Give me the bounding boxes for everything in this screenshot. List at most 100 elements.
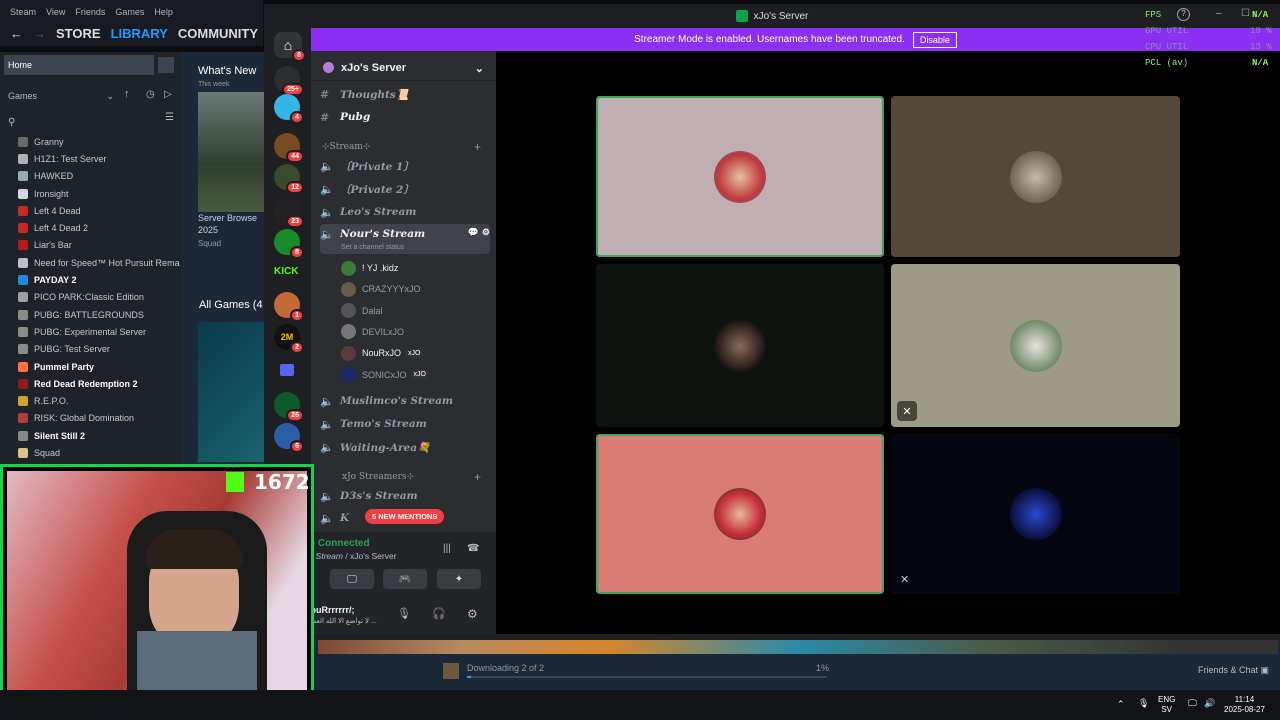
nav-store[interactable]: STORE xyxy=(56,26,101,41)
help-icon[interactable]: ? xyxy=(1177,8,1190,21)
activity-button[interactable]: 🎮 xyxy=(383,569,427,589)
share-screen-button[interactable]: 🖵 xyxy=(330,569,374,589)
voice-channel-private1[interactable]: 🔈 〔Private 1〕 xyxy=(320,155,490,177)
kick-server-icon[interactable]: KICK xyxy=(274,266,298,277)
voice-member[interactable]: SONICxJO xJO xyxy=(341,365,491,385)
user-settings-icon[interactable]: ⚙ xyxy=(467,607,478,621)
add-channel-icon[interactable]: + xyxy=(474,140,481,154)
network-icon[interactable]: 🖵 xyxy=(1188,698,1197,709)
participant-tile[interactable] xyxy=(596,434,884,594)
participant-tile[interactable] xyxy=(596,264,884,427)
folder-icon[interactable] xyxy=(280,364,294,376)
disable-button[interactable]: Disable xyxy=(912,31,957,48)
back-arrow-icon[interactable]: ← xyxy=(10,26,23,41)
participant-tile[interactable] xyxy=(596,96,884,257)
server-icon-1[interactable]: 25+ xyxy=(274,66,304,96)
voice-channel-waiting[interactable]: 🔈 Waiting-Area💐 xyxy=(320,436,490,458)
headphones-icon[interactable]: 🎧 xyxy=(432,607,446,620)
server-icon-10[interactable]: 6 xyxy=(274,423,304,453)
voice-location[interactable]: r' : Stream / xJo's Server xyxy=(304,551,397,561)
recent-icon[interactable]: ◷ xyxy=(146,89,155,100)
steam-menu-friends[interactable]: Friends xyxy=(75,7,105,17)
nav-community[interactable]: COMMUNITY xyxy=(178,26,258,41)
voice-member[interactable]: Dalal xyxy=(341,301,491,321)
play-icon[interactable]: ▷ xyxy=(164,89,172,100)
participant-tile[interactable] xyxy=(891,96,1180,257)
server-icon-6[interactable]: 8 xyxy=(274,229,304,259)
game-list-item[interactable]: PICO PARK:Classic Edition xyxy=(0,289,182,306)
channel-actions-icon[interactable]: 💬 ⚙ xyxy=(468,228,490,238)
voice-member[interactable]: DEVILxJO xyxy=(341,322,491,342)
whats-new-tile[interactable] xyxy=(198,92,264,212)
channel-thoughts[interactable]: # Thoughts📜 xyxy=(320,83,490,105)
voice-channel-leo[interactable]: 🔈 Leo's Stream xyxy=(320,201,490,223)
grid-view-icon[interactable] xyxy=(158,57,174,73)
minimize-icon[interactable]: – xyxy=(1216,8,1222,19)
steam-menu-steam[interactable]: Steam xyxy=(10,7,36,17)
volume-icon[interactable]: 🔊 xyxy=(1204,698,1215,709)
server-icon-4[interactable]: 12 xyxy=(274,164,304,194)
game-list-item[interactable]: PUBG: BATTLEGROUNDS xyxy=(0,306,182,323)
sort-up-icon[interactable]: ↑ xyxy=(124,88,130,100)
language-indicator[interactable]: ENG SV xyxy=(1158,695,1175,715)
server-icon-3[interactable]: 44 xyxy=(274,133,304,163)
download-status[interactable]: Downloading 2 of 2 xyxy=(467,663,544,673)
maximize-icon[interactable]: ☐ xyxy=(1241,8,1250,19)
game-list-item[interactable]: Pummel Party xyxy=(0,358,182,375)
games-filter-dropdown[interactable]: Games ⌄ xyxy=(4,86,118,106)
channel-status[interactable]: Set a channel status xyxy=(341,244,404,251)
steam-menu-games[interactable]: Games xyxy=(115,7,144,17)
friends-chat-button[interactable]: Friends & Chat ▣ xyxy=(1198,665,1269,676)
new-mentions-pill[interactable]: 5 NEW MENTIONS xyxy=(365,509,445,524)
game-list-item[interactable]: Ironsight xyxy=(0,185,182,202)
game-list-item[interactable]: Squad xyxy=(0,444,182,461)
game-list-item[interactable]: HAWKED xyxy=(0,168,182,185)
category-stream[interactable]: ⊹Stream⊹ xyxy=(322,142,370,152)
game-list-item[interactable]: Left 4 Dead xyxy=(0,202,182,219)
participant-tile[interactable] xyxy=(891,434,1180,594)
game-list-item[interactable]: Red Dead Redemption 2 xyxy=(0,375,182,392)
game-list-item[interactable]: Granny xyxy=(0,133,182,150)
game-list-item[interactable]: PUBG: Experimental Server xyxy=(0,323,182,340)
server-icon-9[interactable]: 26 xyxy=(274,392,304,422)
server-icon-2[interactable]: 4 xyxy=(274,94,304,124)
category-xjo-streamers[interactable]: xJo Streamers⊹ xyxy=(342,472,414,482)
disconnect-icon[interactable]: ☎ xyxy=(467,543,479,554)
steam-menu-help[interactable]: Help xyxy=(154,7,173,17)
library-search-input[interactable]: ⚲ ☰ xyxy=(4,112,178,130)
game-list-item[interactable]: PUBG: Test Server xyxy=(0,341,182,358)
microphone-icon[interactable]: 🎙 xyxy=(397,607,411,620)
server-icon-5[interactable]: 23 xyxy=(274,198,304,228)
noise-suppression-icon[interactable]: ||| xyxy=(443,543,451,554)
discord-home-icon[interactable]: ⌂ 8 xyxy=(274,32,306,62)
add-channel-icon[interactable]: + xyxy=(474,470,481,484)
tray-microphone-icon[interactable]: 🎙 xyxy=(1138,698,1149,709)
server-icon-7[interactable]: 1 xyxy=(274,292,304,322)
voice-channel-temo[interactable]: 🔈 Temo's Stream xyxy=(320,413,490,435)
tray-chevron-up-icon[interactable]: ⌃ xyxy=(1117,699,1125,710)
participant-tile[interactable]: ✕ xyxy=(891,264,1180,427)
game-list-item[interactable]: R.E.P.O. xyxy=(0,392,182,409)
game-list-item[interactable]: Silent Still 2 xyxy=(0,427,182,444)
game-list-item[interactable]: Left 4 Dead 2 xyxy=(0,219,182,236)
voice-member[interactable]: CRAZYYYxJO xyxy=(341,279,491,299)
voice-channel-muslimco[interactable]: 🔈 Muslimco's Stream xyxy=(320,390,490,412)
voice-channel-d3s[interactable]: 🔈 D3s's Stream xyxy=(320,485,490,507)
clock[interactable]: 11:14 2025-08-27 xyxy=(1224,695,1265,715)
game-tile[interactable] xyxy=(198,322,264,462)
channel-pubg[interactable]: # Pubg xyxy=(320,106,490,128)
game-list-item[interactable]: Need for Speed™ Hot Pursuit Rema xyxy=(0,254,182,271)
voice-member[interactable]: NouRxJO xJO xyxy=(341,343,491,363)
server-header[interactable]: xJo's Server ⌄ xyxy=(311,55,496,81)
game-list-item[interactable]: Liar's Bar xyxy=(0,237,182,254)
voice-member[interactable]: ! YJ .kidz xyxy=(341,258,491,278)
server-icon-8[interactable]: 2M 2 xyxy=(274,324,304,354)
nav-library[interactable]: LIBRARY xyxy=(111,26,168,41)
game-list-item[interactable]: H1Z1: Test Server xyxy=(0,150,182,167)
game-list-item[interactable]: PAYDAY 2 xyxy=(0,271,182,288)
voice-channel-private2[interactable]: 🔈 〔Private 2〕 xyxy=(320,178,490,200)
forward-arrow-icon[interactable]: → xyxy=(33,26,46,41)
soundboard-button[interactable]: ✦ xyxy=(437,569,481,589)
game-list-item[interactable]: RISK: Global Domination xyxy=(0,410,182,427)
home-button[interactable]: Home xyxy=(4,55,154,75)
